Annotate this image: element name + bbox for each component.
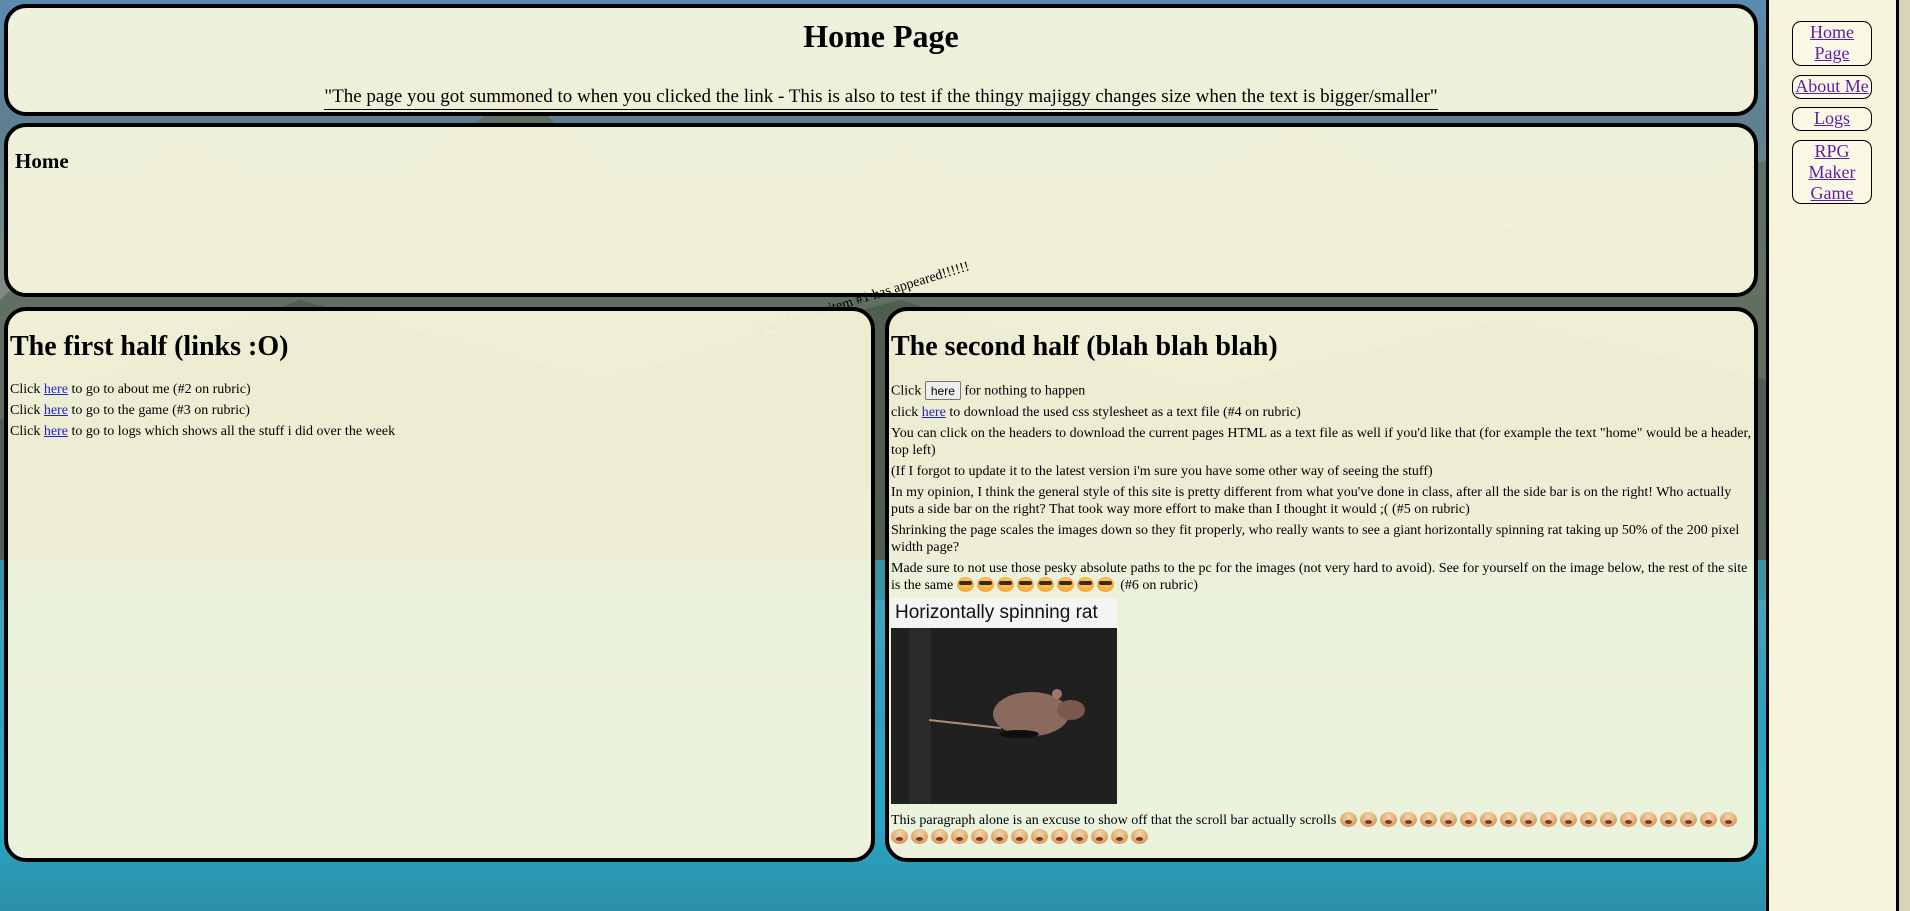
page-title[interactable]: Home Page — [8, 18, 1754, 55]
download-css-link[interactable]: here — [922, 405, 946, 420]
sunglasses-emoji-icon — [956, 577, 974, 592]
text: (#6 on rubric) — [1116, 578, 1198, 593]
list-item: Click here to go to the game (#3 on rubr… — [10, 402, 869, 419]
paragraph: Made sure to not use those pesky absolut… — [891, 560, 1752, 594]
rat-icon — [891, 628, 1117, 804]
sunglasses-emoji-icon — [1056, 577, 1074, 592]
paragraph: click here to download the used css styl… — [891, 404, 1752, 421]
second-half-panel: The second half (blah blah blah) Click h… — [885, 307, 1758, 862]
second-half-body: Click here for nothing to happen click h… — [891, 381, 1752, 850]
mind-blown-emoji-icon — [1539, 812, 1557, 827]
text: This paragraph alone is an excuse to sho… — [891, 813, 1340, 828]
mind-blown-emoji-icon — [1051, 829, 1068, 844]
text: Click — [10, 382, 44, 397]
paragraph: (If I forgot to update it to the latest … — [891, 464, 1433, 479]
game-link[interactable]: here — [44, 403, 68, 418]
text: to download the used css stylesheet as a… — [945, 405, 1301, 420]
first-half-heading[interactable]: The first half (links :O) — [10, 331, 288, 363]
mind-blown-emoji-icon — [1359, 812, 1377, 827]
mind-blown-emoji-icon — [991, 829, 1008, 844]
mind-blown-emoji-icon — [911, 829, 928, 844]
text: for nothing to happen — [960, 383, 1086, 399]
text: to go to the game (#3 on rubric) — [67, 403, 250, 418]
mind-blown-emoji-icon — [951, 829, 968, 844]
mind-blown-emoji-icon — [1031, 829, 1048, 844]
mind-blown-emoji-icon — [1639, 812, 1657, 827]
mind-blown-emoji-icon — [1399, 812, 1417, 827]
sunglasses-emoji-icon — [996, 577, 1014, 592]
mind-blown-emoji-icon — [931, 829, 948, 844]
mind-blown-emoji-icon — [1011, 829, 1028, 844]
paragraph: Shrinking the page scales the images dow… — [891, 523, 1740, 555]
text: Click — [10, 403, 44, 418]
mind-blown-emoji-icon — [1519, 812, 1537, 827]
mind-blown-emoji-icon — [1071, 829, 1088, 844]
sunglasses-emoji-icon — [1096, 577, 1114, 592]
text: Click — [891, 383, 925, 399]
sidebar-item-logs[interactable]: Logs — [1792, 107, 1872, 131]
mind-blown-emoji-icon — [1679, 812, 1697, 827]
second-half-heading[interactable]: The second half (blah blah blah) — [891, 331, 1278, 363]
list-item: Click here to go to about me (#2 on rubr… — [10, 381, 869, 398]
text: Click — [10, 424, 44, 439]
text: to go to about me (#2 on rubric) — [67, 382, 251, 397]
sunglasses-emoji-icon — [1016, 577, 1034, 592]
about-me-link[interactable]: here — [44, 382, 68, 397]
cool-emoji-row — [956, 577, 1117, 593]
mind-blown-emoji-icon — [1499, 812, 1517, 827]
mind-blown-emoji-icon — [1699, 812, 1717, 827]
mind-blown-emoji-icon — [1599, 812, 1617, 827]
mind-blown-emoji-icon — [1439, 812, 1457, 827]
text: to go to logs which shows all the stuff … — [67, 424, 396, 439]
list-item: Click here to go to logs which shows all… — [10, 423, 869, 440]
page-subtitle-quote: "The page you got summoned to when you c… — [324, 86, 1438, 110]
sidebar-item-rpg-maker-game[interactable]: RPG Maker Game — [1792, 140, 1872, 204]
mind-blown-emoji-icon — [1131, 829, 1148, 844]
mind-blown-emoji-icon — [1339, 812, 1357, 827]
first-half-panel: The first half (links :O) Click here to … — [4, 307, 875, 862]
mind-blown-emoji-icon — [1111, 829, 1128, 844]
home-heading[interactable]: Home — [15, 149, 69, 174]
mind-blown-emoji-icon — [1719, 812, 1737, 827]
mind-blown-emoji-icon — [1091, 829, 1108, 844]
home-panel: Home A wild rubric item #1 has appeared!… — [4, 123, 1758, 339]
mind-blown-emoji-icon — [971, 829, 988, 844]
paragraph: Click here for nothing to happen — [891, 381, 1752, 400]
image-caption: Horizontally spinning rat — [891, 598, 1117, 628]
mind-blown-emoji-icon — [1419, 812, 1437, 827]
mind-blown-emoji-icon — [1579, 812, 1597, 827]
mind-blown-emoji-icon — [891, 829, 908, 844]
mind-blown-emoji-icon — [1379, 812, 1397, 827]
text: click — [891, 405, 922, 420]
mind-blown-emoji-icon — [1619, 812, 1637, 827]
sunglasses-emoji-icon — [1036, 577, 1054, 592]
sunglasses-emoji-icon — [1076, 577, 1094, 592]
mind-blown-emoji-icon — [1659, 812, 1677, 827]
mind-blown-emoji-icon — [1459, 812, 1477, 827]
header-panel: Home Page "The page you got summoned to … — [4, 4, 1758, 116]
paragraph: This paragraph alone is an excuse to sho… — [891, 812, 1752, 846]
paragraph: You can click on the headers to download… — [891, 426, 1752, 458]
nothing-button[interactable]: here — [924, 381, 961, 400]
right-sidebar: Home Page About Me Logs RPG Maker Game — [1766, 0, 1899, 911]
paragraph: In my opinion, I think the general style… — [891, 485, 1732, 517]
sidebar-item-about-me[interactable]: About Me — [1792, 75, 1872, 99]
spinning-rat-image: Horizontally spinning rat — [891, 598, 1117, 804]
logs-link[interactable]: here — [44, 424, 68, 439]
first-half-body: Click here to go to about me (#2 on rubr… — [10, 381, 869, 444]
mind-blown-emoji-icon — [1479, 812, 1497, 827]
sunglasses-emoji-icon — [976, 577, 994, 592]
scrollbar-edge[interactable] — [1896, 0, 1910, 911]
sidebar-item-home-page[interactable]: Home Page — [1792, 21, 1872, 66]
mind-blown-emoji-icon — [1559, 812, 1577, 827]
